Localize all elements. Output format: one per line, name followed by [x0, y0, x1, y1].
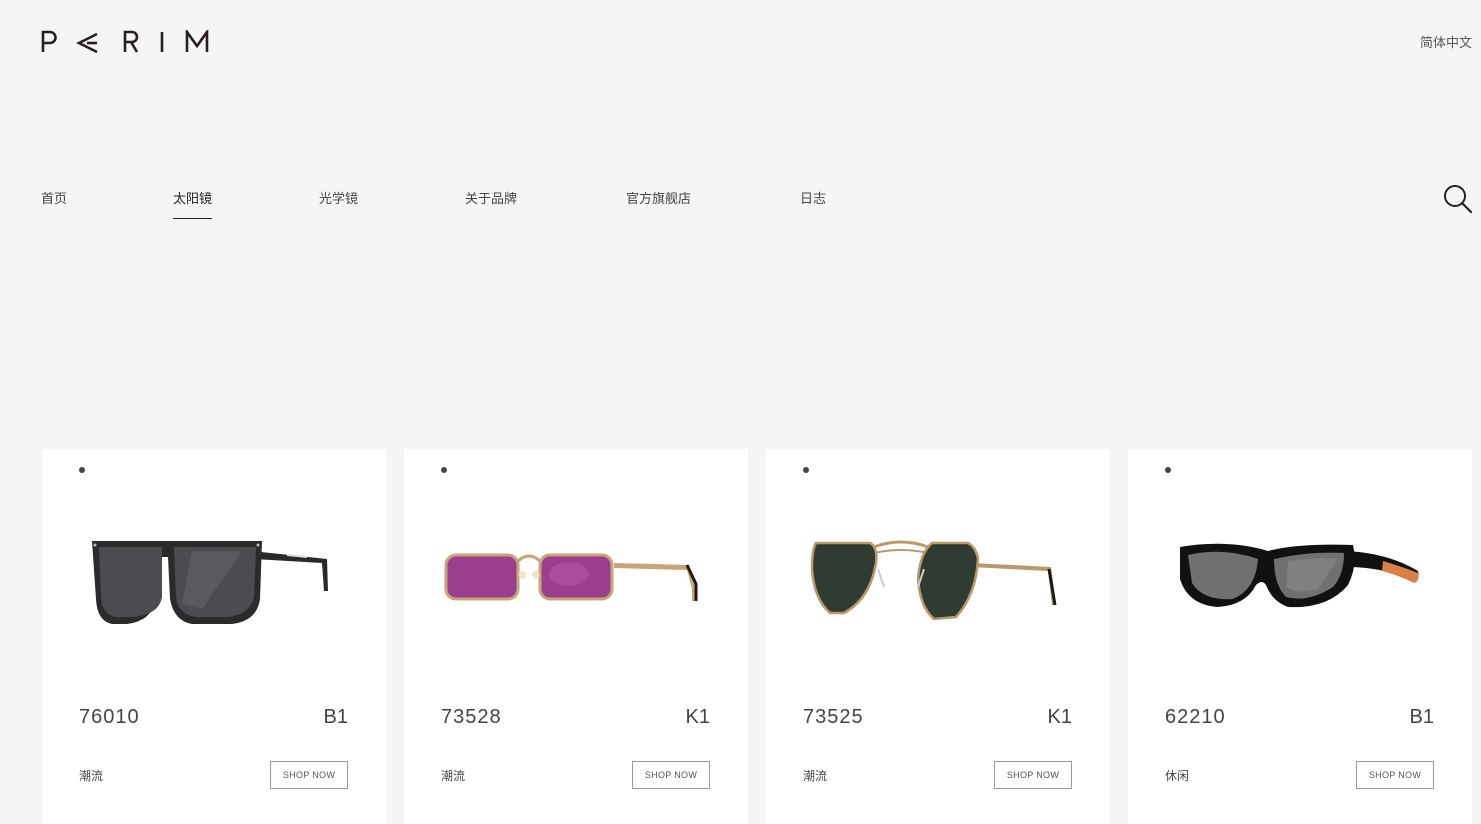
- product-card[interactable]: 76010 B1 潮流 SHOP NOW: [42, 449, 386, 824]
- nav-item-label: 官方旗舰店: [626, 191, 692, 206]
- shop-now-button[interactable]: SHOP NOW: [994, 761, 1072, 789]
- brand-logo[interactable]: [41, 30, 211, 54]
- product-tag: 潮流: [79, 769, 104, 783]
- indicator-dot: [441, 467, 447, 473]
- nav-item-label: 首页: [41, 191, 68, 206]
- product-color-code: B1: [323, 706, 348, 728]
- page: 简体中文 首页 太阳镜 光学镜 关于品牌 官方旗舰店 日志 76010 B1 潮…: [0, 0, 1481, 824]
- language-switcher[interactable]: 简体中文: [1420, 32, 1472, 51]
- nav-item-sunglasses[interactable]: 太阳镜: [173, 188, 213, 219]
- product-card[interactable]: 62210 B1 休闲 SHOP NOW: [1128, 449, 1472, 824]
- nav-item-label: 光学镜: [319, 191, 359, 206]
- nav-item-about-brand[interactable]: 关于品牌: [465, 188, 517, 219]
- indicator-dot: [79, 467, 85, 473]
- search-icon: [1444, 185, 1473, 214]
- product-card[interactable]: 73525 K1 潮流 SHOP NOW: [766, 449, 1110, 824]
- shop-now-button[interactable]: SHOP NOW: [270, 761, 348, 789]
- product-card[interactable]: 73528 K1 潮流 SHOP NOW: [404, 449, 748, 824]
- sunglasses-image: [1180, 543, 1419, 608]
- product-model: 73525: [803, 706, 864, 728]
- nav-item-optical[interactable]: 光学镜: [319, 188, 358, 219]
- product-tag: 潮流: [441, 769, 466, 783]
- sunglasses-image: [92, 541, 328, 624]
- product-model: 73528: [441, 706, 502, 728]
- product-color-code: K1: [1047, 706, 1072, 728]
- nav-item-journal[interactable]: 日志: [800, 188, 826, 219]
- indicator-dot: [803, 467, 809, 473]
- product-grid: 76010 B1 潮流 SHOP NOW 73528 K1 潮流 SHOP NO…: [42, 449, 1472, 824]
- nav-item-flagship-store[interactable]: 官方旗舰店: [626, 188, 691, 219]
- search-button[interactable]: [1443, 184, 1473, 214]
- active-underline: [173, 218, 213, 219]
- product-model: 62210: [1165, 706, 1226, 728]
- parim-logo-mark: [41, 30, 209, 54]
- nav-item-label: 太阳镜: [173, 191, 213, 206]
- indicator-dot: [1165, 467, 1171, 473]
- product-color-code: K1: [685, 706, 710, 728]
- nav-item-home[interactable]: 首页: [41, 188, 67, 219]
- product-image[interactable]: [444, 529, 714, 639]
- sunglasses-image: [810, 540, 1057, 621]
- product-tag: 休闲: [1165, 769, 1190, 783]
- product-tag: 潮流: [803, 769, 828, 783]
- sunglasses-image: [444, 553, 698, 601]
- nav-item-label: 关于品牌: [465, 191, 518, 206]
- product-color-code: B1: [1409, 706, 1434, 728]
- product-image[interactable]: [82, 529, 352, 639]
- product-model: 76010: [79, 706, 140, 728]
- shop-now-button[interactable]: SHOP NOW: [632, 761, 710, 789]
- shop-now-button[interactable]: SHOP NOW: [1356, 761, 1434, 789]
- product-image[interactable]: [1168, 529, 1438, 639]
- product-image[interactable]: [806, 529, 1076, 639]
- nav-item-label: 日志: [800, 191, 827, 206]
